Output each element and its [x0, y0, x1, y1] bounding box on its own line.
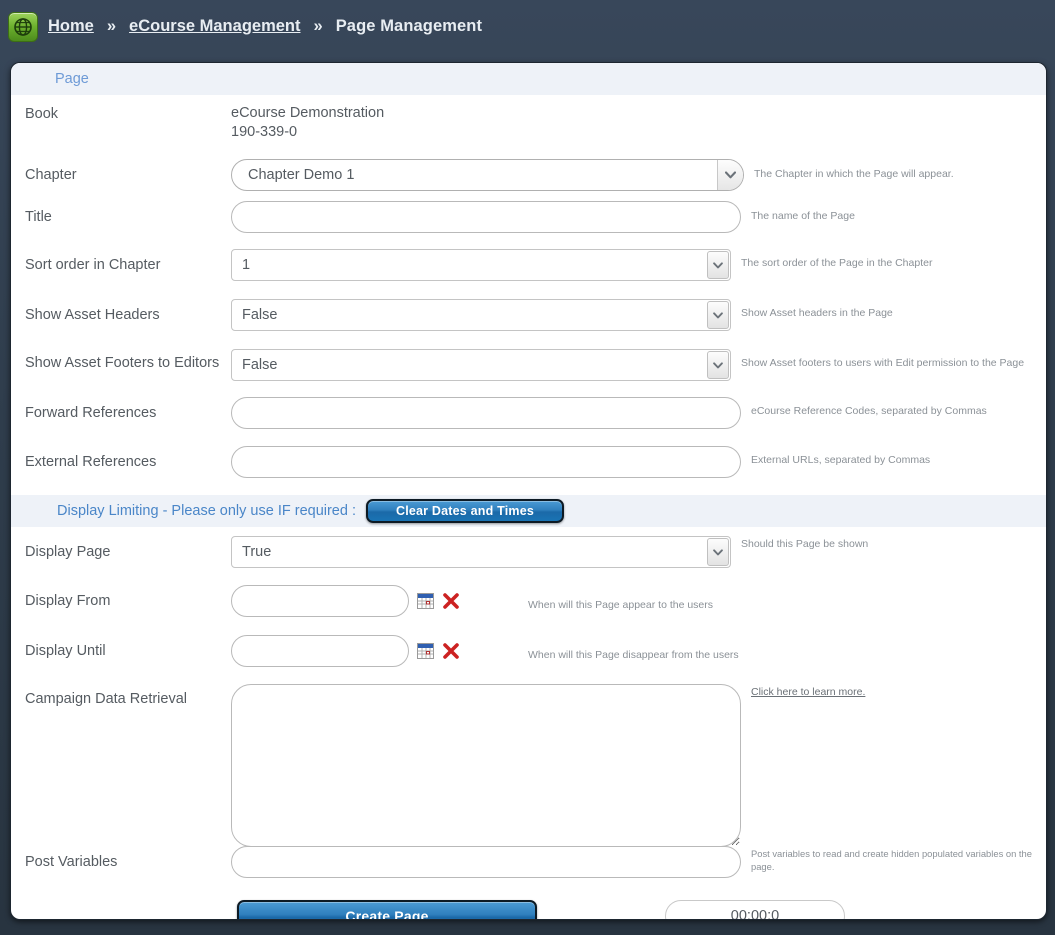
book-value-name: eCourse Demonstration: [231, 105, 385, 121]
display-limiting-label: Display Limiting - Please only use IF re…: [57, 503, 356, 519]
calendar-icon[interactable]: [417, 593, 434, 609]
label-book: Book: [25, 106, 59, 122]
hint-show-asset-footers: Show Asset footers to users with Edit pe…: [741, 357, 1025, 369]
hint-external-references: External URLs, separated by Commas: [751, 454, 931, 466]
hint-title: The name of the Page: [751, 210, 855, 222]
hint-chapter: The Chapter in which the Page will appea…: [754, 168, 954, 180]
label-show-asset-footers: Show Asset Footers to Editors: [25, 355, 220, 371]
page-form: Book eCourse Demonstration 190-339-0 Cha…: [11, 103, 1046, 919]
chapter-select-wrapper: Chapter Demo 1: [231, 159, 744, 191]
breadcrumb-current-page: Page Management: [335, 17, 483, 35]
breadcrumb: Home » eCourse Management » Page Managem…: [0, 0, 1055, 53]
hint-show-asset-headers: Show Asset headers in the Page: [741, 307, 893, 319]
hint-sort-order: The sort order of the Page in the Chapte…: [741, 257, 933, 269]
hint-display-from: When will this Page appear to the users: [528, 599, 714, 611]
form-footer-actions: Create Page 00:00:0: [11, 900, 1046, 919]
show-asset-headers-select-wrapper: False: [231, 299, 731, 331]
field-row-post-variables: Post Variables Post variables to read an…: [11, 846, 1046, 878]
breadcrumb-separator: »: [313, 17, 323, 35]
calendar-icon[interactable]: [417, 643, 434, 659]
field-row-display-from: Display From When will this Page appear …: [11, 585, 1046, 617]
label-display-from: Display From: [25, 593, 111, 609]
globe-icon: [8, 11, 38, 42]
display-page-select[interactable]: True: [231, 536, 731, 568]
display-page-select-wrapper: True: [231, 536, 731, 568]
field-row-external-references: External References External URLs, separ…: [11, 446, 1046, 478]
field-row-campaign-data-retrieval: Campaign Data Retrieval Click here to le…: [11, 684, 1046, 852]
label-chapter: Chapter: [25, 167, 77, 183]
red-x-icon[interactable]: [442, 592, 460, 610]
label-display-page: Display Page: [25, 544, 111, 560]
field-row-show-asset-footers: Show Asset Footers to Editors False Show…: [11, 349, 1046, 381]
label-forward-references: Forward References: [25, 405, 157, 421]
breadcrumb-link-ecourse-management[interactable]: eCourse Management: [129, 17, 300, 36]
breadcrumb-link-home[interactable]: Home: [48, 17, 94, 36]
field-row-show-asset-headers: Show Asset Headers False Show Asset head…: [11, 299, 1046, 331]
hint-forward-references: eCourse Reference Codes, separated by Co…: [751, 405, 987, 417]
label-external-references: External References: [25, 454, 157, 470]
label-sort-order: Sort order in Chapter: [25, 257, 161, 273]
label-display-until: Display Until: [25, 643, 106, 659]
field-row-chapter: Chapter Chapter Demo 1 The Chapter in wh…: [11, 159, 1046, 191]
show-asset-footers-select[interactable]: False: [231, 349, 731, 381]
title-input[interactable]: [231, 201, 741, 233]
external-references-input[interactable]: [231, 446, 741, 478]
create-page-button[interactable]: Create Page: [237, 900, 537, 919]
chapter-select[interactable]: Chapter Demo 1: [231, 159, 744, 191]
display-from-input[interactable]: [231, 585, 409, 617]
red-x-icon[interactable]: [442, 642, 460, 660]
book-value-code: 190-339-0: [231, 124, 298, 140]
breadcrumb-separator: »: [106, 17, 117, 35]
display-limiting-section-header: Display Limiting - Please only use IF re…: [11, 495, 1046, 527]
show-asset-headers-select[interactable]: False: [231, 299, 731, 331]
label-show-asset-headers: Show Asset Headers: [25, 307, 160, 323]
page-management-panel: Page Book eCourse Demonstration 190-339-…: [10, 62, 1047, 920]
field-row-book: Book eCourse Demonstration 190-339-0: [11, 103, 1046, 142]
hint-display-page: Should this Page be shown: [741, 538, 869, 550]
sort-order-select[interactable]: 1: [231, 249, 731, 281]
label-title: Title: [25, 209, 52, 225]
field-row-forward-references: Forward References eCourse Reference Cod…: [11, 397, 1046, 429]
field-row-title: Title The name of the Page: [11, 201, 1046, 233]
page-section-header: Page: [11, 63, 1046, 95]
show-asset-footers-select-wrapper: False: [231, 349, 731, 381]
hint-post-variables: Post variables to read and create hidden…: [751, 848, 1032, 872]
label-campaign-data-retrieval: Campaign Data Retrieval: [25, 691, 187, 707]
label-post-variables: Post Variables: [25, 854, 118, 870]
sort-order-select-wrapper: 1: [231, 249, 731, 281]
campaign-data-retrieval-textarea[interactable]: [231, 684, 741, 847]
campaign-data-learn-more-link[interactable]: Click here to learn more.: [751, 686, 865, 698]
post-variables-input[interactable]: [231, 846, 741, 878]
field-row-display-page: Display Page True Should this Page be sh…: [11, 536, 1046, 568]
hint-display-until: When will this Page disappear from the u…: [528, 649, 739, 661]
tab-page[interactable]: Page: [55, 71, 89, 87]
forward-references-input[interactable]: [231, 397, 741, 429]
display-until-input[interactable]: [231, 635, 409, 667]
field-row-sort-order: Sort order in Chapter 1 The sort order o…: [11, 249, 1046, 281]
timer-display: 00:00:0: [665, 900, 845, 919]
field-row-display-until: Display Until When will this Page disapp…: [11, 635, 1046, 667]
clear-dates-and-times-button[interactable]: Clear Dates and Times: [366, 499, 564, 523]
